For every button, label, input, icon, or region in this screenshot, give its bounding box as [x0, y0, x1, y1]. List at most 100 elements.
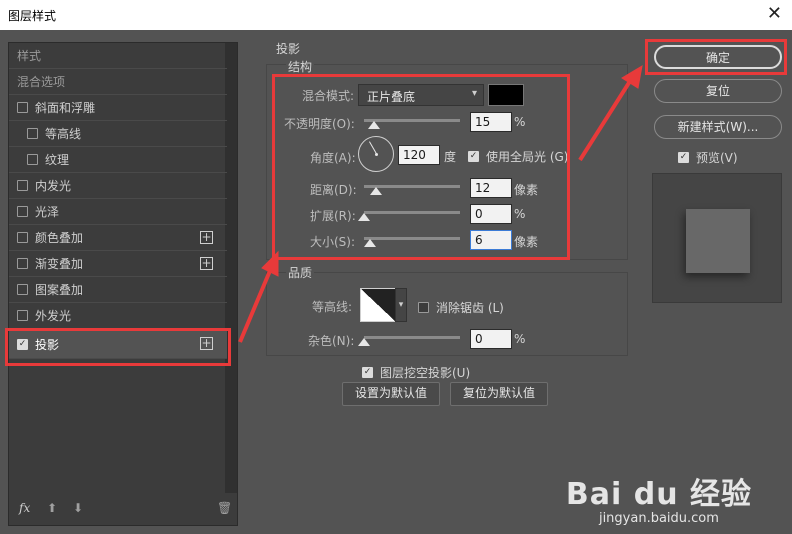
contour-picker[interactable]	[360, 288, 396, 322]
opacity-slider[interactable]	[364, 119, 460, 129]
preview-checkbox[interactable]: ✓	[678, 152, 689, 163]
angle-center-dot	[375, 153, 378, 156]
list-item-label: 外发光	[35, 309, 72, 323]
slider-knob[interactable]	[358, 338, 370, 346]
preview-square	[686, 209, 750, 273]
list-item-styles[interactable]: 样式	[9, 43, 227, 69]
watermark-logo: Bai du 经验	[565, 477, 752, 512]
chevron-down-icon[interactable]: ▾	[395, 288, 407, 322]
slider-knob[interactable]	[370, 187, 382, 195]
list-item-label: 斜面和浮雕	[35, 101, 96, 115]
anti-alias-option[interactable]: 消除锯齿 (L)	[418, 299, 504, 316]
list-item-inner-glow[interactable]: 内发光	[9, 173, 227, 199]
knockout-option[interactable]: ✓ 图层挖空投影(U)	[362, 364, 470, 381]
checkbox[interactable]	[17, 284, 28, 295]
slider-knob[interactable]	[368, 121, 380, 129]
checkbox[interactable]	[27, 128, 38, 139]
move-up-icon[interactable]: ⬆	[47, 501, 57, 515]
noise-label: 杂色(N):	[308, 334, 355, 348]
fx-icon[interactable]: fx	[19, 501, 30, 515]
slider-knob[interactable]	[358, 213, 370, 221]
global-light-option[interactable]: ✓ 使用全局光 (G)	[468, 148, 568, 165]
list-item-pattern-overlay[interactable]: 图案叠加	[9, 277, 227, 303]
trash-icon[interactable]: 🗑	[217, 501, 232, 515]
reset-button[interactable]: 复位	[654, 79, 782, 103]
title-bar: 图层样式 ✕	[0, 0, 792, 30]
quality-title: 品质	[286, 264, 315, 281]
size-slider[interactable]	[364, 237, 460, 247]
checkbox[interactable]	[17, 310, 28, 321]
knockout-checkbox[interactable]: ✓	[362, 367, 373, 378]
list-item-gradient-overlay[interactable]: 渐变叠加 +	[9, 251, 227, 277]
list-item-texture[interactable]: 纹理	[9, 147, 227, 173]
contour-label: 等高线:	[312, 300, 353, 314]
global-light-label: 使用全局光 (G)	[486, 150, 569, 164]
size-input[interactable]: 6	[470, 230, 512, 250]
chevron-down-icon: ▾	[471, 88, 477, 99]
checkbox[interactable]	[17, 258, 28, 269]
list-item-blending-options[interactable]: 混合选项	[9, 69, 227, 95]
opacity-input[interactable]: 15	[470, 112, 512, 132]
list-item-color-overlay[interactable]: 颜色叠加 +	[9, 225, 227, 251]
list-item-label: 内发光	[35, 179, 72, 193]
checkbox[interactable]	[17, 102, 28, 113]
plus-icon[interactable]: +	[200, 231, 213, 244]
list-item-outer-glow[interactable]: 外发光	[9, 303, 227, 329]
list-item-label: 投影	[35, 338, 60, 352]
angle-dial[interactable]	[358, 136, 394, 172]
noise-input[interactable]: 0	[470, 329, 512, 349]
list-item-bevel-emboss[interactable]: 斜面和浮雕	[9, 95, 227, 121]
blend-mode-value: 正片叠底	[367, 90, 416, 104]
distance-unit: 像素	[514, 183, 539, 197]
move-down-icon[interactable]: ⬇	[73, 501, 83, 515]
checkbox[interactable]	[17, 180, 28, 191]
list-item-contour[interactable]: 等高线	[9, 121, 227, 147]
blend-mode-label: 混合模式:	[302, 89, 355, 103]
list-item-label: 渐变叠加	[35, 257, 84, 271]
style-list: 样式 混合选项 斜面和浮雕 等高线 纹理 内发光 光泽 颜色叠加 + 渐变叠加 …	[8, 42, 238, 526]
anti-alias-checkbox[interactable]	[418, 302, 429, 313]
watermark: Bai du 经验 jingyan.baidu.com	[566, 469, 752, 526]
knockout-label: 图层挖空投影(U)	[380, 366, 471, 380]
list-item-label: 纹理	[45, 153, 70, 167]
set-default-button[interactable]: 设置为默认值	[342, 382, 440, 406]
list-item-label: 等高线	[45, 127, 82, 141]
list-item-drop-shadow[interactable]: ✓ 投影 +	[9, 331, 227, 359]
angle-input[interactable]: 120	[398, 145, 440, 165]
dialog-body: 样式 混合选项 斜面和浮雕 等高线 纹理 内发光 光泽 颜色叠加 + 渐变叠加 …	[0, 30, 792, 534]
close-icon[interactable]: ✕	[767, 4, 782, 24]
size-label: 大小(S):	[310, 235, 356, 249]
distance-label: 距离(D):	[310, 183, 357, 197]
ok-button[interactable]: 确定	[654, 45, 782, 69]
spread-label: 扩展(R):	[310, 209, 356, 223]
distance-input[interactable]: 12	[470, 178, 512, 198]
plus-icon[interactable]: +	[200, 337, 213, 350]
structure-title: 结构	[286, 58, 315, 75]
list-item-label: 颜色叠加	[35, 231, 84, 245]
list-item-satin[interactable]: 光泽	[9, 199, 227, 225]
plus-icon[interactable]: +	[200, 257, 213, 270]
noise-unit: %	[514, 332, 526, 346]
spread-input[interactable]: 0	[470, 204, 512, 224]
distance-slider[interactable]	[364, 185, 460, 195]
shadow-color-swatch[interactable]	[488, 84, 524, 106]
preview-option[interactable]: ✓ 预览(V)	[678, 149, 738, 166]
noise-slider[interactable]	[358, 336, 460, 346]
window-title: 图层样式	[8, 9, 57, 23]
blend-mode-select[interactable]: 正片叠底 ▾	[358, 84, 484, 106]
reset-default-button[interactable]: 复位为默认值	[450, 382, 548, 406]
list-item-label: 混合选项	[17, 75, 66, 89]
opacity-unit: %	[514, 115, 526, 129]
global-light-checkbox[interactable]: ✓	[468, 151, 479, 162]
anti-alias-label: 消除锯齿 (L)	[436, 301, 504, 315]
checkbox[interactable]	[17, 232, 28, 243]
angle-unit: 度	[444, 150, 457, 164]
checkbox[interactable]	[17, 206, 28, 217]
new-style-button[interactable]: 新建样式(W)...	[654, 115, 782, 139]
checkbox[interactable]	[27, 154, 38, 165]
slider-knob[interactable]	[364, 239, 376, 247]
spread-slider[interactable]	[358, 211, 460, 221]
style-list-toolbar: fx ⬆ ⬇ 🗑	[9, 493, 237, 525]
angle-label: 角度(A):	[310, 151, 356, 165]
checkbox-checked[interactable]: ✓	[17, 339, 28, 350]
